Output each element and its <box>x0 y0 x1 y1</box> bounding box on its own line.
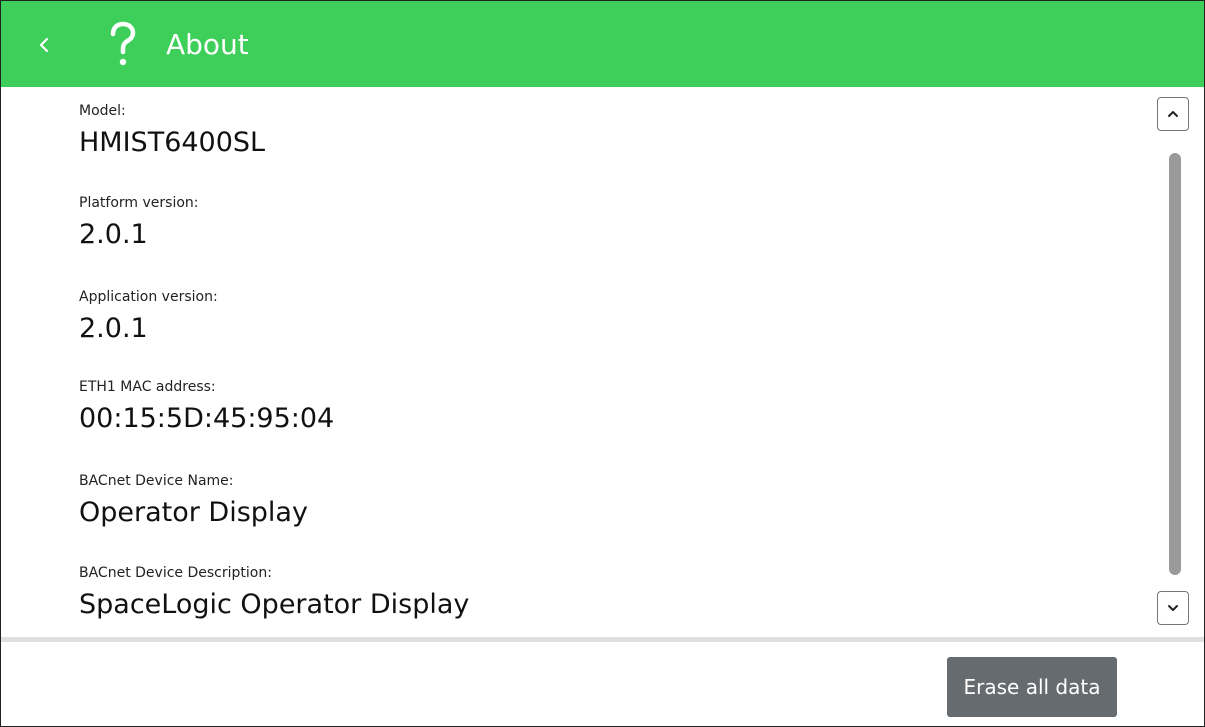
field-label: Model: <box>79 103 126 119</box>
field-model: Model: HMIST6400SL <box>79 102 265 160</box>
header-bar: About <box>1 1 1204 87</box>
field-value: 00:15:5D:45:95:04 <box>79 403 335 434</box>
back-button[interactable] <box>26 23 62 67</box>
field-application-version: Application version: 2.0.1 <box>79 288 218 346</box>
field-label: BACnet Device Name: <box>79 473 234 489</box>
page-title: About <box>166 28 249 61</box>
field-value: Operator Display <box>79 497 308 528</box>
about-window: About Model: HMIST6400SL Platform versio… <box>0 0 1205 727</box>
field-label: Application version: <box>79 289 218 305</box>
field-bacnet-device-name: BACnet Device Name: Operator Display <box>79 472 308 530</box>
field-value: HMIST6400SL <box>79 127 266 158</box>
field-label: Platform version: <box>79 195 199 211</box>
field-label: BACnet Device Description: <box>79 565 272 581</box>
field-mac-address: ETH1 MAC address: 00:15:5D:45:95:04 <box>79 378 334 436</box>
scroll-down-button[interactable] <box>1157 591 1189 625</box>
divider <box>1 637 1204 642</box>
chevron-left-icon <box>39 37 49 53</box>
scroll-up-button[interactable] <box>1157 97 1189 131</box>
scroll-thumb[interactable] <box>1169 153 1181 575</box>
info-list[interactable]: Model: HMIST6400SL Platform version: 2.0… <box>1 87 1149 637</box>
field-bacnet-device-description: BACnet Device Description: SpaceLogic Op… <box>79 564 469 622</box>
erase-all-data-button[interactable]: Erase all data <box>947 657 1117 717</box>
field-platform-version: Platform version: 2.0.1 <box>79 194 199 252</box>
field-value: SpaceLogic Operator Display <box>79 589 470 620</box>
chevron-up-icon <box>1168 111 1178 117</box>
field-value: 2.0.1 <box>79 313 148 344</box>
field-value: 2.0.1 <box>79 219 148 250</box>
vertical-scrollbar[interactable] <box>1149 87 1203 639</box>
field-label: ETH1 MAC address: <box>79 379 216 395</box>
chevron-down-icon <box>1168 605 1178 611</box>
question-mark-icon <box>105 15 141 75</box>
